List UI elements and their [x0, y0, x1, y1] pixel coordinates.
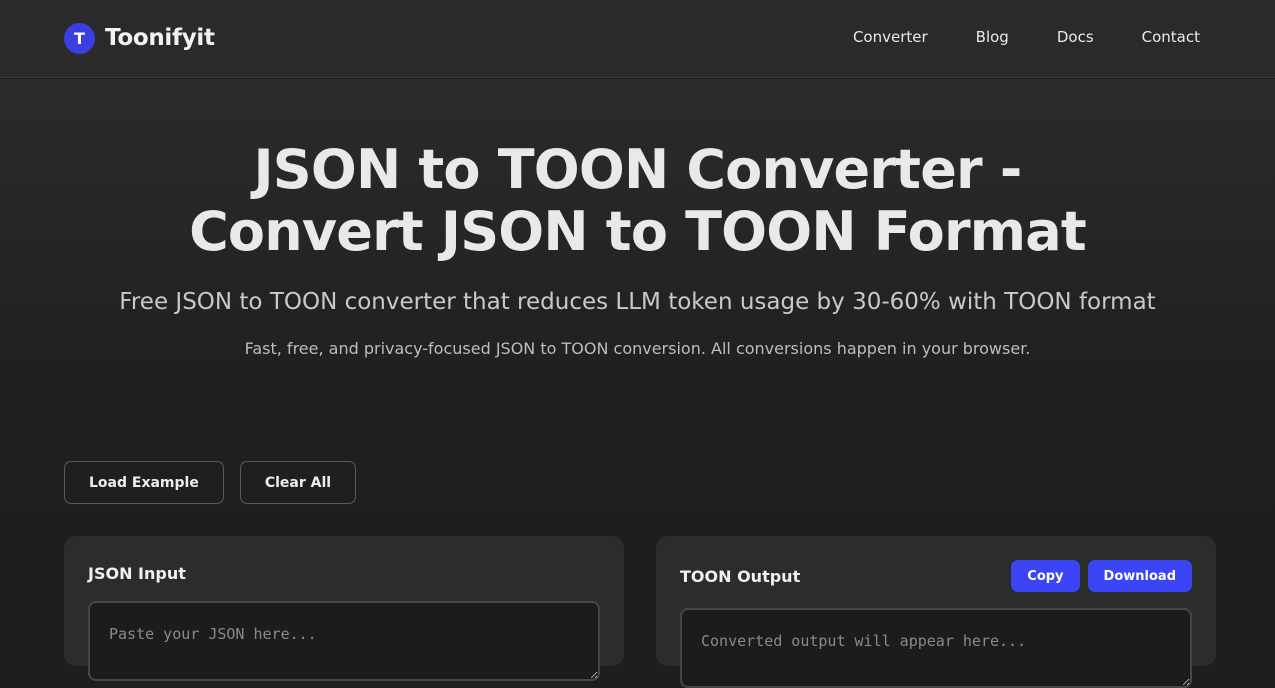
toon-output-panel: TOON Output Copy Download — [656, 536, 1216, 688]
json-input-title: JSON Input — [88, 564, 186, 583]
brand[interactable]: T Toonifyit — [64, 22, 215, 54]
converter-actions: Load Example Clear All — [64, 461, 357, 504]
brand-name: Toonifyit — [105, 25, 215, 51]
download-button[interactable]: Download — [1087, 560, 1192, 592]
main-nav: Converter Blog Docs Contact — [853, 28, 1200, 46]
nav-link-blog[interactable]: Blog — [976, 28, 1009, 46]
clear-all-button[interactable]: Clear All — [239, 461, 357, 504]
hero-subtitle: Free JSON to TOON converter that reduces… — [119, 289, 1156, 315]
nav-link-converter[interactable]: Converter — [853, 28, 928, 46]
brand-logo-icon: T — [64, 22, 95, 54]
load-example-button[interactable]: Load Example — [64, 461, 224, 504]
top-navbar: T Toonifyit Converter Blog Docs Contact — [0, 0, 1275, 78]
page-title: JSON to TOON Converter - Convert JSON to… — [0, 139, 1275, 263]
nav-link-contact[interactable]: Contact — [1142, 28, 1200, 46]
json-input-field[interactable] — [88, 601, 600, 681]
page-title-line-2: Convert JSON to TOON Format — [189, 200, 1087, 263]
copy-button[interactable]: Copy — [1011, 560, 1080, 592]
nav-link-docs[interactable]: Docs — [1057, 28, 1094, 46]
toon-output-title: TOON Output — [680, 567, 801, 586]
json-input-panel: JSON Input — [64, 536, 624, 681]
hero-description: Fast, free, and privacy-focused JSON to … — [244, 339, 1031, 358]
toon-output-field[interactable] — [680, 608, 1192, 688]
output-actions: Copy Download — [1011, 560, 1192, 592]
page-title-line-1: JSON to TOON Converter - — [253, 138, 1023, 201]
